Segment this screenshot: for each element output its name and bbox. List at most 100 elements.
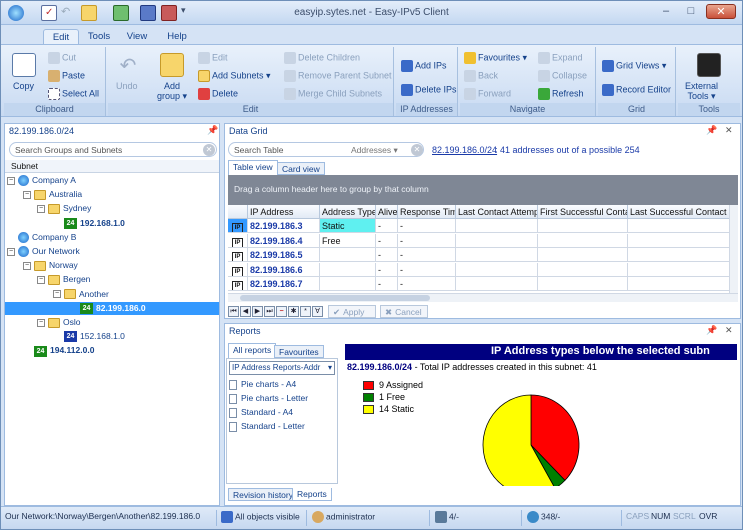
tab-revision-history[interactable]: Revision history xyxy=(228,488,298,501)
minimize-button[interactable]: – xyxy=(656,4,676,19)
column-header[interactable]: IP Address xyxy=(248,205,320,219)
tab-reports-bottom[interactable]: Reports xyxy=(292,488,332,501)
table-cell-empty[interactable] xyxy=(538,262,628,277)
table-cell-empty[interactable] xyxy=(628,219,738,233)
edit-record-button[interactable]: * xyxy=(300,306,311,317)
column-header[interactable]: First Successful Contact xyxy=(538,205,628,219)
delete-children-button[interactable]: Delete Children xyxy=(284,52,360,64)
table-cell-empty[interactable] xyxy=(628,248,738,262)
last-record-button[interactable]: ⏭ xyxy=(264,306,275,317)
pin-icon[interactable]: 📌 xyxy=(706,125,717,136)
tree-node[interactable]: 24 152.168.1.0 xyxy=(53,330,125,343)
report-list-item[interactable]: Pie charts - A4 xyxy=(229,379,296,390)
table-cell-empty[interactable] xyxy=(628,262,738,277)
table-cell-response[interactable]: - xyxy=(398,277,456,291)
delete-record-button[interactable]: − xyxy=(276,306,287,317)
table-cell-alive[interactable]: - xyxy=(376,219,398,233)
tab-view[interactable]: View xyxy=(121,29,153,45)
table-cell-type[interactable] xyxy=(320,248,376,262)
tab-favourites[interactable]: Favourites xyxy=(274,345,324,358)
report-list-item[interactable]: Standard - Letter xyxy=(229,421,305,432)
tree-node[interactable]: − Another xyxy=(53,288,109,301)
remove-parent-button[interactable]: Remove Parent Subnet xyxy=(284,70,392,82)
close-pane-icon[interactable]: ✕ xyxy=(725,125,733,136)
expander-icon[interactable]: − xyxy=(7,247,15,256)
vertical-scrollbar[interactable] xyxy=(729,205,738,293)
pin-icon[interactable]: 📌 xyxy=(706,325,717,336)
table-cell-response[interactable]: - xyxy=(398,262,456,277)
refresh-button[interactable]: Refresh xyxy=(538,88,584,100)
select-all-button[interactable]: Select All xyxy=(48,88,99,100)
expander-icon[interactable]: − xyxy=(23,261,31,270)
table-cell-response[interactable]: - xyxy=(398,219,456,233)
tab-table-view[interactable]: Table view xyxy=(228,160,278,175)
table-cell-empty[interactable] xyxy=(628,233,738,248)
tree-node[interactable]: − Our Network xyxy=(7,245,80,258)
grid-views-button[interactable]: Grid Views ▾ xyxy=(602,60,666,72)
favourites-button[interactable]: Favourites ▾ xyxy=(464,52,527,64)
collapse-button[interactable]: Collapse xyxy=(538,70,587,82)
grid-search-input[interactable]: Search Table Addresses ▾ xyxy=(228,142,424,157)
table-cell-type[interactable] xyxy=(320,277,376,291)
pin-icon[interactable]: 📌 xyxy=(207,125,218,136)
row-indicator[interactable]: IP xyxy=(228,248,248,262)
close-button[interactable]: ✕ xyxy=(706,4,736,19)
next-record-button[interactable]: ▶ xyxy=(252,306,263,317)
cancel-button[interactable]: ✖ Cancel xyxy=(380,305,428,318)
column-header[interactable]: Last Contact Attempt xyxy=(456,205,538,219)
tree-node[interactable]: − Company A xyxy=(7,174,76,187)
table-cell-ip[interactable]: 82.199.186.4 xyxy=(248,233,320,248)
expand-button[interactable]: Expand xyxy=(538,52,583,64)
add-group-button[interactable]: Add group ▾ xyxy=(157,81,187,101)
table-cell-alive[interactable]: - xyxy=(376,248,398,262)
maximize-button[interactable]: □ xyxy=(681,4,701,19)
clear-grid-search-icon[interactable]: ✕ xyxy=(411,144,423,156)
delete-ips-button[interactable]: Delete IPs xyxy=(401,84,457,96)
tree-node[interactable]: 24 194.112.0.0 xyxy=(23,344,94,357)
subnet-link[interactable]: 82.199.186.0/24 xyxy=(432,145,497,155)
scroll-thumb[interactable] xyxy=(240,295,430,301)
prev-record-button[interactable]: ◀ xyxy=(240,306,251,317)
row-indicator[interactable]: IP xyxy=(228,262,248,277)
column-header[interactable]: Last Successful Contact xyxy=(628,205,738,219)
tree-search-input[interactable]: Search Groups and Subnets xyxy=(9,142,217,157)
search-scope-dropdown[interactable]: Addresses ▾ xyxy=(351,145,398,156)
tree-node[interactable]: − Oslo xyxy=(37,316,80,329)
tab-card-view[interactable]: Card view xyxy=(277,162,325,175)
table-cell-empty[interactable] xyxy=(538,219,628,233)
report-list-item[interactable]: Pie charts - Letter xyxy=(229,393,308,404)
add-subnets-button[interactable]: Add Subnets ▾ xyxy=(198,70,271,82)
new-record-button[interactable]: ✱ xyxy=(288,306,299,317)
table-cell-empty[interactable] xyxy=(538,233,628,248)
record-editor-button[interactable]: Record Editor xyxy=(602,84,671,96)
table-cell-response[interactable]: - xyxy=(398,233,456,248)
expander-icon[interactable]: − xyxy=(37,205,45,214)
row-indicator[interactable]: IP xyxy=(228,233,248,248)
report-list-item[interactable]: Standard - A4 xyxy=(229,407,293,418)
table-cell-ip[interactable]: 82.199.186.3 xyxy=(248,219,320,233)
report-type-dropdown[interactable]: IP Address Reports-Addr ▾ xyxy=(229,361,335,375)
tree-node[interactable]: − Australia xyxy=(23,188,82,201)
table-cell-alive[interactable]: - xyxy=(376,233,398,248)
expander-icon[interactable]: − xyxy=(53,290,61,299)
table-cell-ip[interactable]: 82.199.186.5 xyxy=(248,248,320,262)
copy-button[interactable]: Copy xyxy=(13,81,34,91)
tab-help[interactable]: Help xyxy=(161,29,193,45)
back-button[interactable]: Back xyxy=(464,70,498,82)
column-header[interactable]: Response Time xyxy=(398,205,456,219)
close-pane-icon[interactable]: ✕ xyxy=(725,325,733,336)
cut-button[interactable]: Cut xyxy=(48,52,76,64)
table-cell-alive[interactable]: - xyxy=(376,262,398,277)
add-ips-button[interactable]: Add IPs xyxy=(401,60,447,72)
delete-button[interactable]: Delete xyxy=(198,88,238,100)
table-cell-type[interactable] xyxy=(320,262,376,277)
table-cell-alive[interactable]: - xyxy=(376,277,398,291)
apply-button[interactable]: ✔ Apply xyxy=(328,305,376,318)
table-cell-response[interactable]: - xyxy=(398,248,456,262)
tab-all-reports[interactable]: All reports xyxy=(228,343,277,358)
edit-button[interactable]: Edit xyxy=(198,52,228,64)
horizontal-scrollbar[interactable] xyxy=(228,293,738,302)
column-header[interactable]: Address Type xyxy=(320,205,376,219)
expander-icon[interactable]: − xyxy=(37,318,45,327)
undo-button[interactable]: Undo xyxy=(116,81,138,91)
